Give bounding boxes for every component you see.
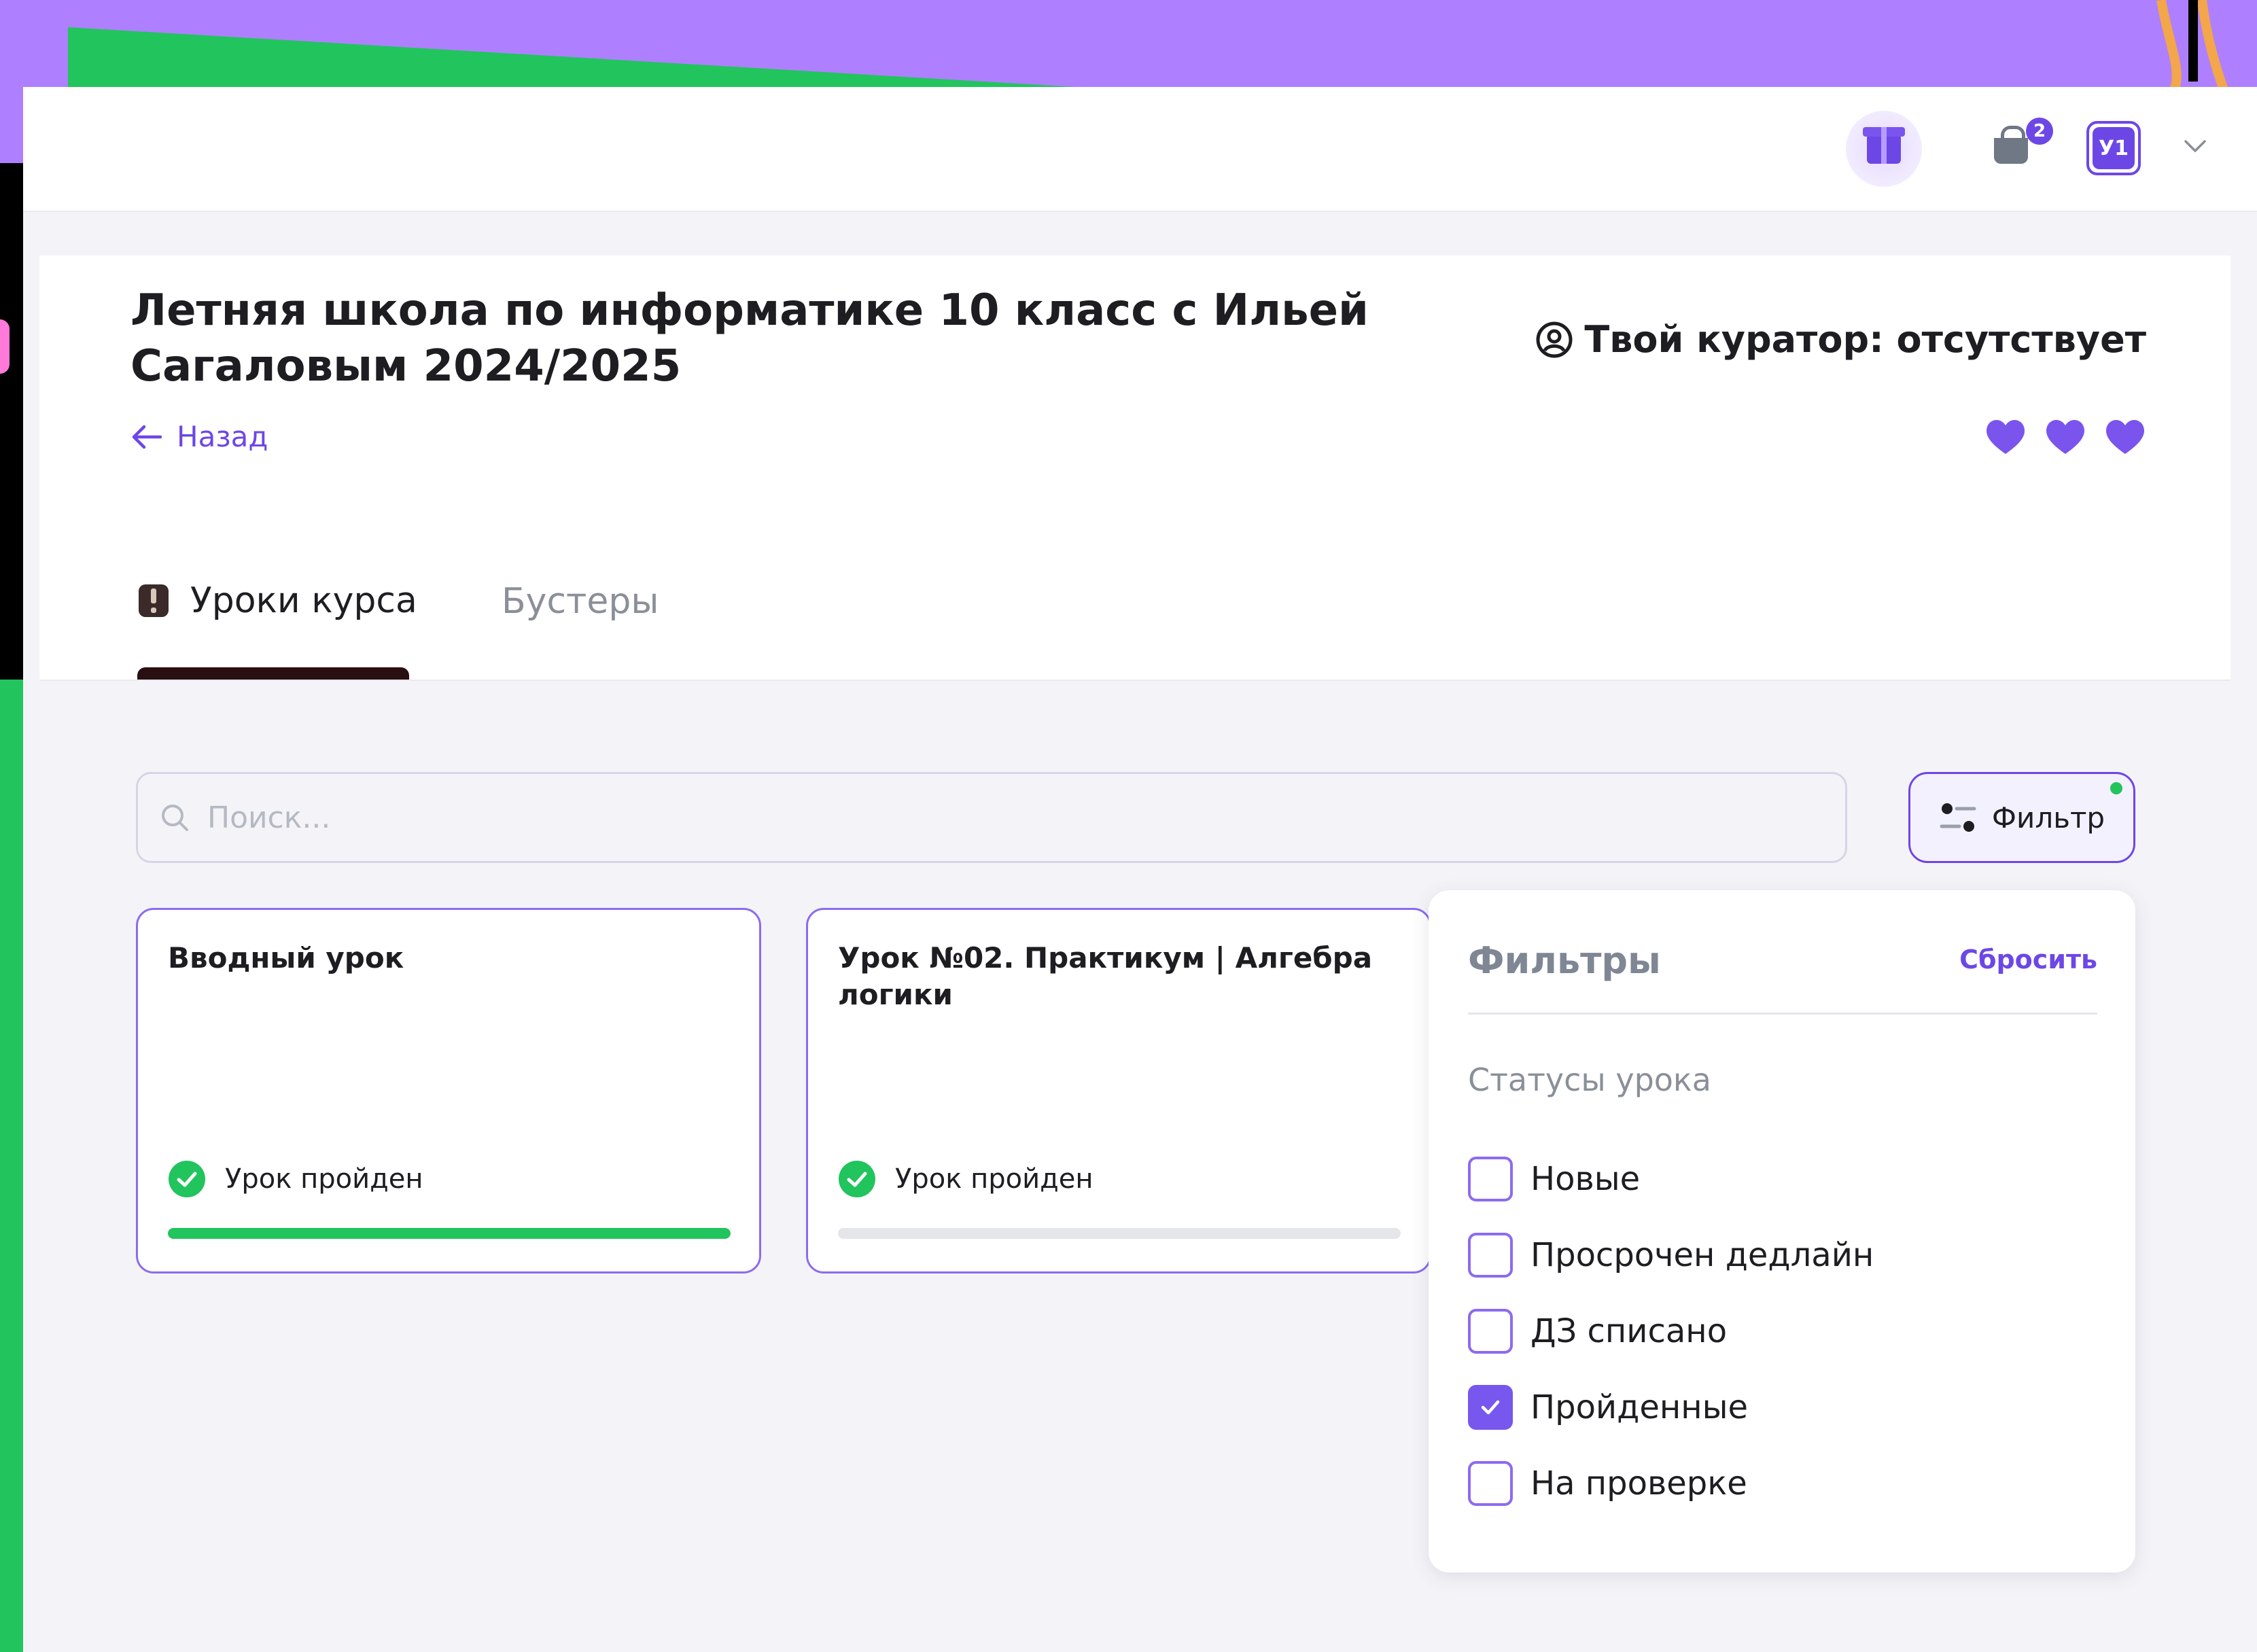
lesson-book-icon [139,584,169,617]
lesson-status: Урок пройден [168,1160,423,1198]
reset-filters-button[interactable]: Сбросить [1959,945,2097,974]
user-circle-icon [1536,321,1573,357]
course-header: Летняя школа по информатике 10 класс с И… [39,256,2230,493]
checkmark-icon [1481,1400,1500,1415]
heart-icon [1987,419,2025,454]
filter-button[interactable]: Фильтр [1908,772,2135,863]
back-link[interactable]: Назад [130,420,268,453]
search-input[interactable] [206,799,1704,836]
user-initials: У1 [2093,127,2135,169]
filter-option-on-review[interactable]: На проверке [1468,1461,1747,1506]
chevron-down-icon[interactable] [2182,132,2209,159]
checkbox[interactable] [1468,1157,1513,1201]
app-window: 2 У1 Летняя школа по информатике 10 клас… [23,87,2257,1652]
lesson-card[interactable]: Вводный урок Урок пройден [136,908,761,1273]
check-circle-icon [169,1161,205,1197]
lesson-progress-fill [168,1228,731,1239]
heart-icon [2106,419,2144,454]
filters-panel-title: Фильтры [1468,939,1661,982]
gift-button[interactable] [1846,111,1922,187]
arrow-left-icon [132,425,162,449]
back-label: Назад [177,420,268,453]
tab-lessons-label: Уроки курса [190,580,417,621]
checkbox[interactable] [1468,1309,1513,1354]
filter-option-overdue[interactable]: Просрочен дедлайн [1468,1233,1874,1278]
lesson-status: Урок пройден [838,1160,1093,1198]
filter-option-new[interactable]: Новые [1468,1157,1640,1201]
checkbox[interactable] [1468,1233,1513,1278]
filter-active-dot [2110,782,2122,794]
divider [1468,1013,2097,1015]
filters-section-label: Статусы урока [1468,1061,1711,1098]
heart-icon [2046,419,2084,454]
gift-icon [1863,127,1905,164]
checkbox[interactable] [1468,1461,1513,1506]
search-icon [162,805,188,831]
search-box [136,772,1847,863]
curator-info: Твой куратор: отсутствует [1535,318,2146,361]
checkbox[interactable] [1468,1385,1513,1430]
filter-option-label: ДЗ списано [1530,1312,1728,1350]
filters-panel: Фильтры Сбросить Статусы урока Новые Про… [1429,890,2135,1572]
background-pink-accent [0,319,10,374]
top-bar: 2 У1 [23,87,2257,212]
filter-option-completed[interactable]: Пройденные [1468,1385,1748,1430]
user-avatar[interactable]: У1 [2086,121,2141,175]
tab-boosters[interactable]: Бустеры [502,580,659,622]
lives-hearts [1984,417,2146,455]
lesson-title: Урок №02. Практикум | Алгебра логики [838,941,1373,1011]
basket-icon [1994,126,2028,164]
filter-option-label: Новые [1530,1160,1641,1198]
filter-icon [1940,803,1976,832]
lesson-progress-bar [168,1228,731,1239]
page-title: Летняя школа по информатике 10 класс с И… [130,285,1369,391]
lesson-status-label: Урок пройден [225,1163,423,1195]
active-tab-indicator [137,667,409,680]
lesson-status-label: Урок пройден [895,1163,1093,1195]
filter-button-label: Фильтр [1991,801,2105,834]
background-green-edge [0,680,23,1652]
lesson-card[interactable]: Урок №02. Практикум | Алгебра логики Уро… [806,908,1431,1273]
tab-lessons[interactable]: Уроки курса [137,580,417,621]
lesson-progress-bar [838,1228,1401,1239]
basket-count-badge: 2 [2026,118,2053,145]
tabs-bar: Уроки курса Бустеры [39,492,2230,681]
filter-option-label: Пройденные [1530,1388,1749,1426]
filter-option-hw-written-off[interactable]: ДЗ списано [1468,1309,1727,1354]
filter-option-label: Просрочен дедлайн [1530,1236,1874,1274]
lesson-title: Вводный урок [168,941,404,974]
filter-option-label: На проверке [1530,1464,1747,1502]
check-circle-icon [839,1161,875,1197]
curator-text: Твой куратор: отсутствует [1584,318,2146,361]
